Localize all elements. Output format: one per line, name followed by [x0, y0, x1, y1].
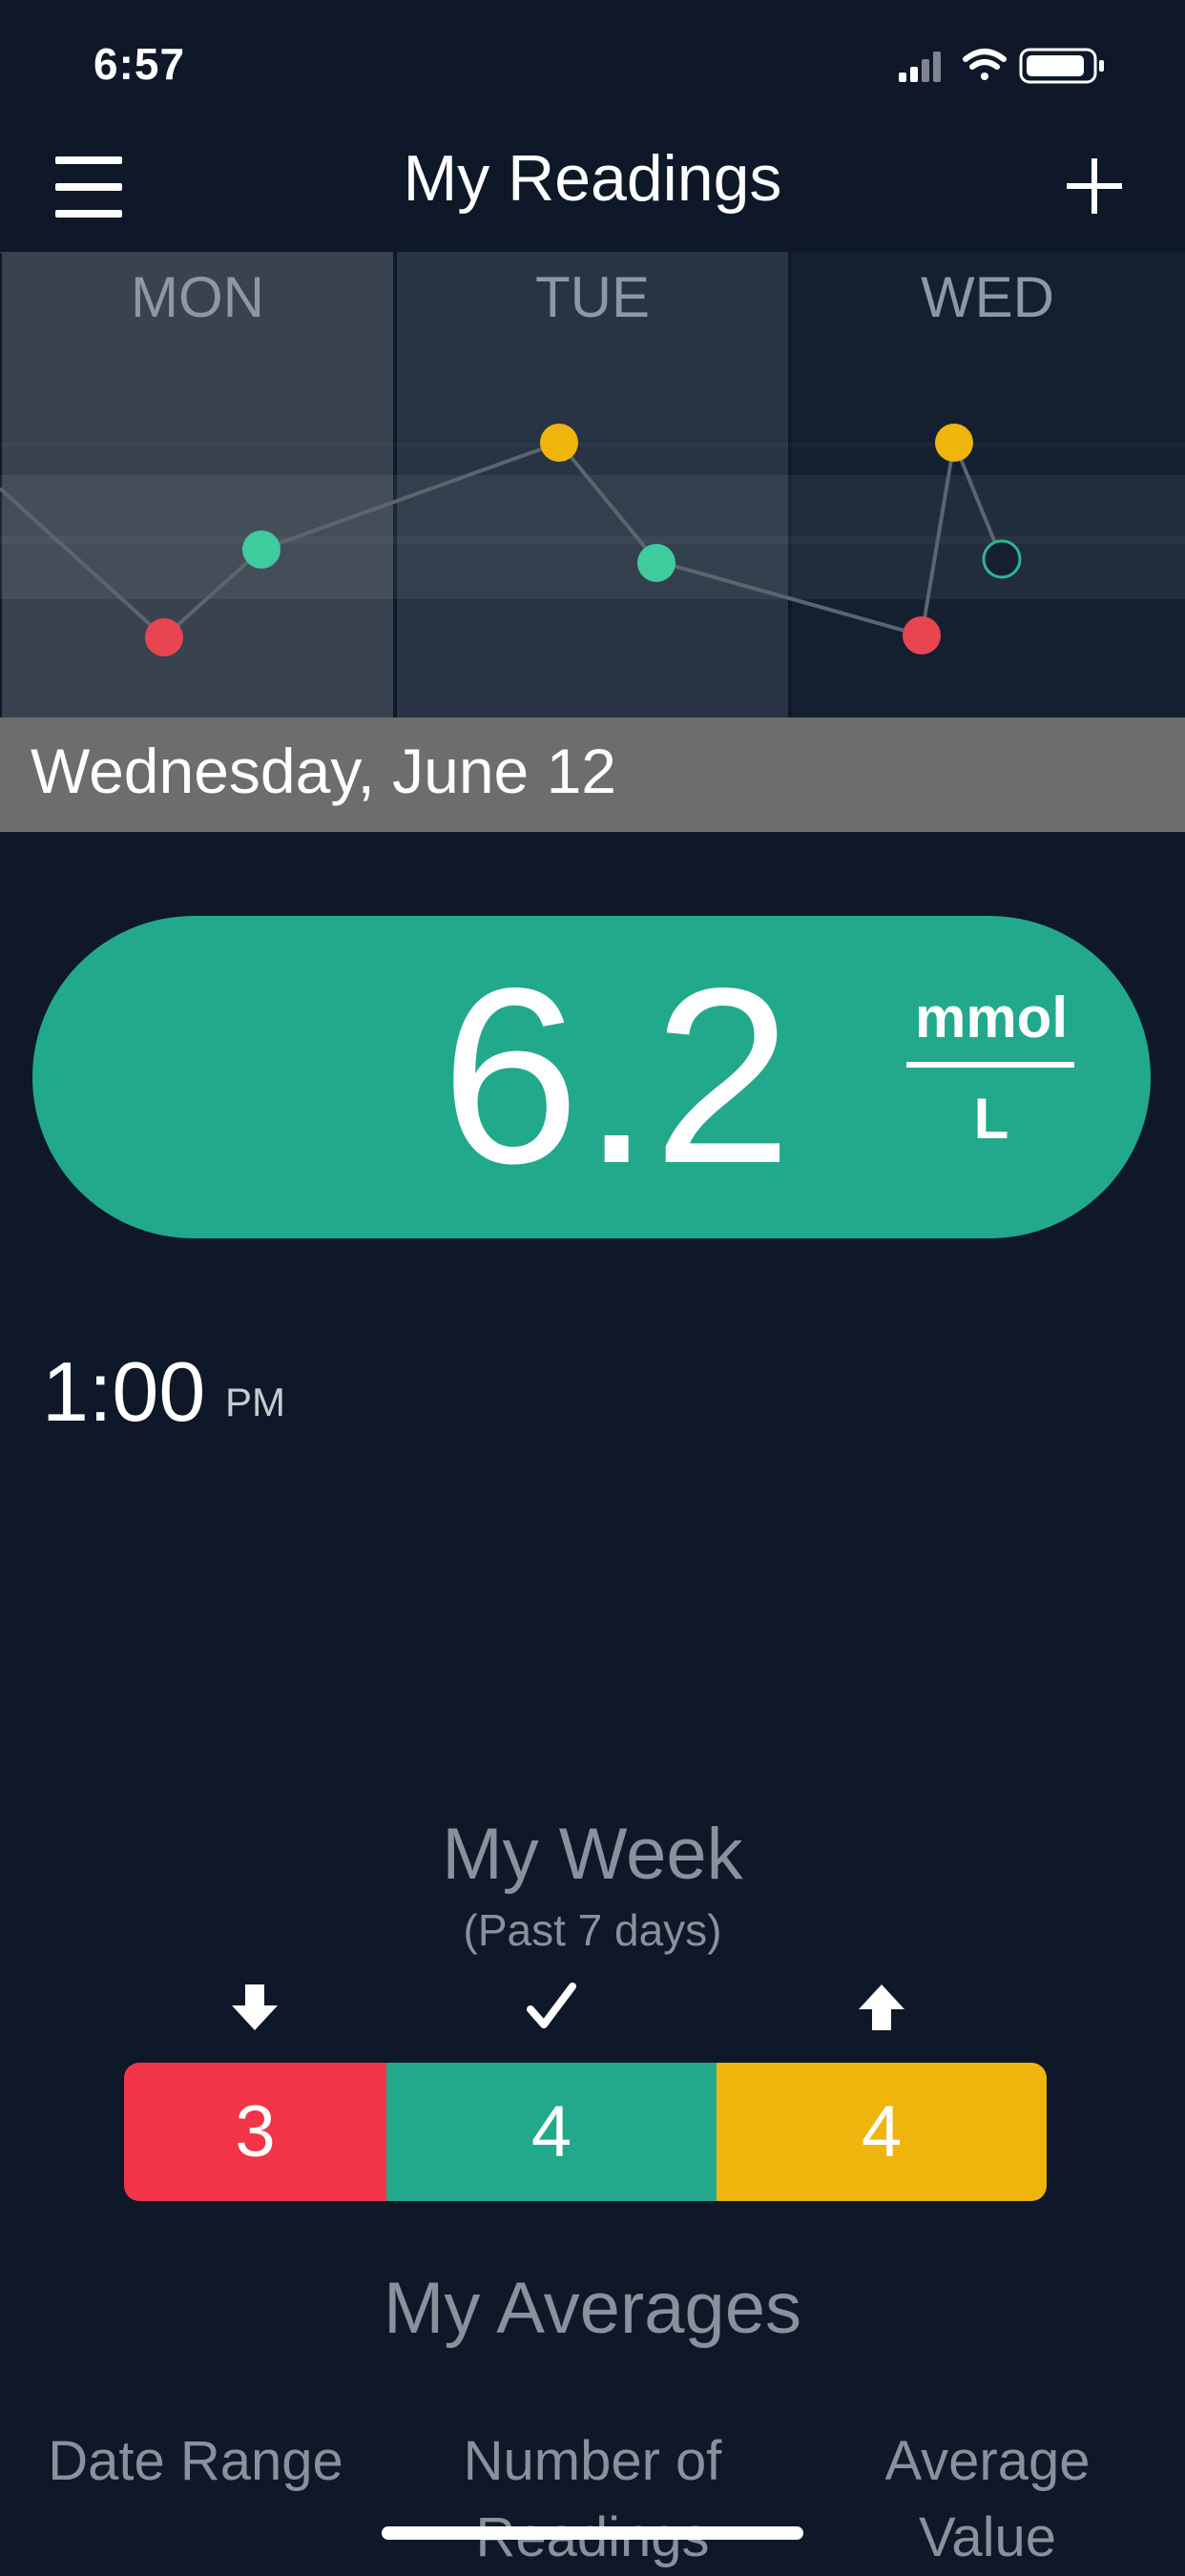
readings-chart[interactable]: MON TUE WED — [0, 252, 1185, 717]
reading-time: 1:00 — [42, 1344, 206, 1439]
week-high-segment[interactable]: 4 — [717, 2063, 1047, 2201]
reading-ampm: PM — [225, 1380, 285, 1424]
my-averages-title: My Averages — [384, 2268, 801, 2349]
page-title: My Readings — [403, 142, 782, 215]
low-count: 3 — [235, 2091, 276, 2172]
week-low-segment[interactable]: 3 — [124, 2063, 386, 2201]
battery-icon — [1019, 48, 1104, 84]
reading-point-selected[interactable] — [982, 539, 1022, 579]
unit-denominator: L — [973, 1087, 1009, 1151]
reading-point-high[interactable] — [935, 424, 973, 462]
column-header-average-value: Average Value — [884, 2430, 1091, 2568]
wifi-icon — [963, 49, 1007, 80]
reading-point-high[interactable] — [540, 424, 578, 462]
column-header-date-range: Date Range — [48, 2430, 343, 2492]
day-label-mon: MON — [131, 265, 264, 329]
selected-date: Wednesday, June 12 — [31, 736, 616, 806]
reading-point-low[interactable] — [903, 616, 941, 654]
my-week-title: My Week — [442, 1814, 743, 1895]
in-range-count: 4 — [530, 2091, 572, 2172]
unit-divider — [906, 1062, 1074, 1068]
cellular-signal-icon — [899, 52, 941, 82]
status-icons — [899, 48, 1104, 84]
checkmark-icon — [527, 1983, 576, 2028]
reading-point-in-range[interactable] — [242, 530, 281, 569]
my-week-subtitle: (Past 7 days) — [463, 1905, 722, 1955]
arrow-down-icon — [232, 1984, 278, 2030]
column-header-number-of-readings: Number of Readings — [463, 2430, 722, 2568]
day-label-wed: WED — [921, 265, 1054, 329]
day-label-tue: TUE — [535, 265, 650, 329]
arrow-up-icon — [859, 1984, 904, 2030]
home-indicator[interactable] — [382, 2526, 803, 2540]
reading-value: 6.2 — [441, 936, 795, 1215]
high-count: 4 — [861, 2091, 903, 2172]
unit-numerator: mmol — [914, 986, 1069, 1049]
status-time: 6:57 — [94, 39, 186, 89]
reading-point-in-range[interactable] — [637, 544, 676, 582]
week-in-range-segment[interactable]: 4 — [386, 2063, 717, 2201]
reading-point-low[interactable] — [145, 618, 183, 656]
add-reading-button[interactable] — [1061, 153, 1128, 219]
